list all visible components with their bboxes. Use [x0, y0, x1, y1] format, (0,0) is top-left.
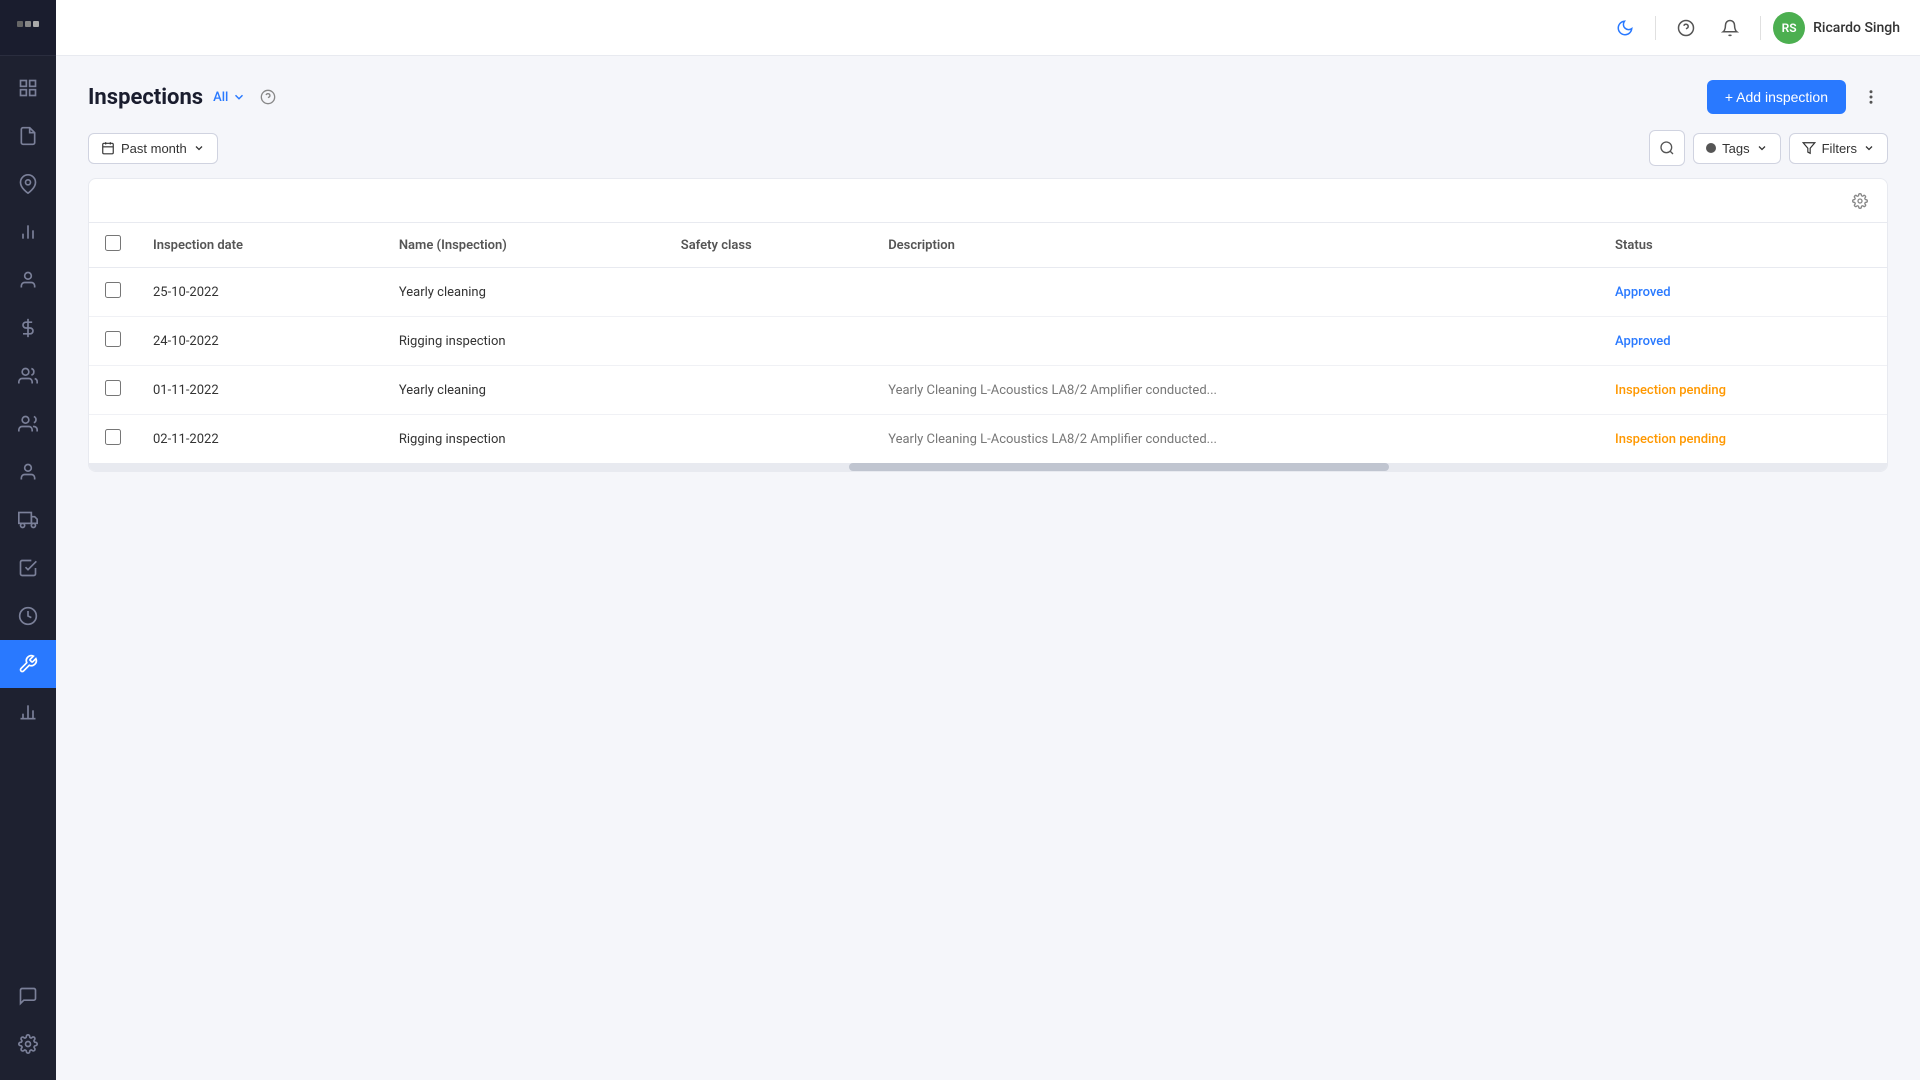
sidebar-item-inspections[interactable]	[0, 640, 56, 688]
scrollbar-thumb	[849, 463, 1389, 471]
more-options-button[interactable]	[1854, 80, 1888, 114]
sidebar	[0, 0, 56, 1080]
row-checkbox[interactable]	[105, 380, 121, 396]
toolbar-left: Past month	[88, 133, 218, 164]
row-name: Rigging inspection	[383, 317, 665, 366]
sidebar-item-location[interactable]	[0, 160, 56, 208]
page-title-area: Inspections All	[88, 85, 280, 110]
page-actions: + Add inspection	[1707, 80, 1888, 114]
row-status: Inspection pending	[1599, 415, 1887, 464]
notifications-button[interactable]	[1712, 10, 1748, 46]
sidebar-item-messages[interactable]	[0, 972, 56, 1020]
header-inspection-date: Inspection date	[137, 223, 383, 268]
inspections-table: Inspection date Name (Inspection) Safety…	[89, 223, 1887, 463]
date-filter-button[interactable]: Past month	[88, 133, 218, 164]
sidebar-item-finance[interactable]	[0, 304, 56, 352]
row-description	[872, 268, 1599, 317]
row-description: Yearly Cleaning L-Acoustics LA8/2 Amplif…	[872, 366, 1599, 415]
header-description: Description	[872, 223, 1599, 268]
row-checkbox[interactable]	[105, 429, 121, 445]
tags-button[interactable]: Tags	[1693, 133, 1780, 164]
help-button[interactable]	[1668, 10, 1704, 46]
sidebar-item-reports[interactable]	[0, 208, 56, 256]
row-checkbox-cell	[89, 366, 137, 415]
topbar: RS Ricardo Singh	[56, 0, 1920, 56]
table-row[interactable]: 25-10-2022 Yearly cleaning Approved	[89, 268, 1887, 317]
row-safety-class	[665, 317, 872, 366]
sidebar-item-assets[interactable]	[0, 112, 56, 160]
row-name: Rigging inspection	[383, 415, 665, 464]
page-title: Inspections	[88, 85, 203, 110]
row-checkbox-cell	[89, 317, 137, 366]
row-checkbox-cell	[89, 268, 137, 317]
sidebar-item-analytics[interactable]	[0, 688, 56, 736]
sidebar-item-transport[interactable]	[0, 496, 56, 544]
sidebar-nav	[0, 56, 56, 972]
table-top-bar	[89, 179, 1887, 223]
row-name: Yearly cleaning	[383, 366, 665, 415]
user-avatar: RS	[1773, 12, 1805, 44]
sidebar-logo	[0, 0, 56, 56]
user-name: Ricardo Singh	[1813, 20, 1900, 36]
content: Inspections All + Add inspection	[56, 56, 1920, 1080]
header-status: Status	[1599, 223, 1887, 268]
header-safety-class: Safety class	[665, 223, 872, 268]
scrollbar-area[interactable]	[89, 463, 1887, 471]
sidebar-item-history[interactable]	[0, 592, 56, 640]
filters-button[interactable]: Filters	[1789, 133, 1888, 164]
sidebar-item-tasks[interactable]	[0, 544, 56, 592]
row-status: Approved	[1599, 317, 1887, 366]
table-row[interactable]: 01-11-2022 Yearly cleaning Yearly Cleani…	[89, 366, 1887, 415]
main-area: RS Ricardo Singh Inspections All + Add i…	[56, 0, 1920, 1080]
search-button[interactable]	[1649, 130, 1685, 166]
tag-dot	[1706, 143, 1716, 153]
topbar-divider	[1655, 16, 1656, 40]
toolbar-right: Tags Filters	[1649, 130, 1888, 166]
row-inspection-date: 24-10-2022	[137, 317, 383, 366]
header-name: Name (Inspection)	[383, 223, 665, 268]
row-inspection-date: 25-10-2022	[137, 268, 383, 317]
row-status: Approved	[1599, 268, 1887, 317]
sidebar-item-people[interactable]	[0, 448, 56, 496]
table-header-row: Inspection date Name (Inspection) Safety…	[89, 223, 1887, 268]
row-safety-class	[665, 366, 872, 415]
sidebar-item-user-profile[interactable]	[0, 256, 56, 304]
add-inspection-button[interactable]: + Add inspection	[1707, 80, 1846, 114]
row-checkbox[interactable]	[105, 282, 121, 298]
table-settings-button[interactable]	[1845, 186, 1875, 216]
row-inspection-date: 01-11-2022	[137, 366, 383, 415]
row-description: Yearly Cleaning L-Acoustics LA8/2 Amplif…	[872, 415, 1599, 464]
row-checkbox[interactable]	[105, 331, 121, 347]
row-safety-class	[665, 268, 872, 317]
sidebar-item-dashboard[interactable]	[0, 64, 56, 112]
row-inspection-date: 02-11-2022	[137, 415, 383, 464]
table-row[interactable]: 02-11-2022 Rigging inspection Yearly Cle…	[89, 415, 1887, 464]
row-status: Inspection pending	[1599, 366, 1887, 415]
toolbar: Past month Tags Filters	[88, 130, 1888, 166]
filter-badge[interactable]: All	[213, 90, 246, 105]
sidebar-item-team[interactable]	[0, 352, 56, 400]
page-header: Inspections All + Add inspection	[88, 80, 1888, 114]
table-row[interactable]: 24-10-2022 Rigging inspection Approved	[89, 317, 1887, 366]
page-help-button[interactable]	[256, 85, 280, 109]
user-info[interactable]: RS Ricardo Singh	[1773, 12, 1900, 44]
table-container: Inspection date Name (Inspection) Safety…	[88, 178, 1888, 472]
select-all-checkbox[interactable]	[105, 235, 121, 251]
row-checkbox-cell	[89, 415, 137, 464]
row-safety-class	[665, 415, 872, 464]
topbar-actions: RS Ricardo Singh	[1607, 10, 1900, 46]
row-description	[872, 317, 1599, 366]
sidebar-item-contacts[interactable]	[0, 400, 56, 448]
row-name: Yearly cleaning	[383, 268, 665, 317]
topbar-divider-2	[1760, 16, 1761, 40]
theme-toggle-button[interactable]	[1607, 10, 1643, 46]
sidebar-bottom	[0, 972, 56, 1080]
header-checkbox-cell	[89, 223, 137, 268]
sidebar-item-settings[interactable]	[0, 1020, 56, 1068]
